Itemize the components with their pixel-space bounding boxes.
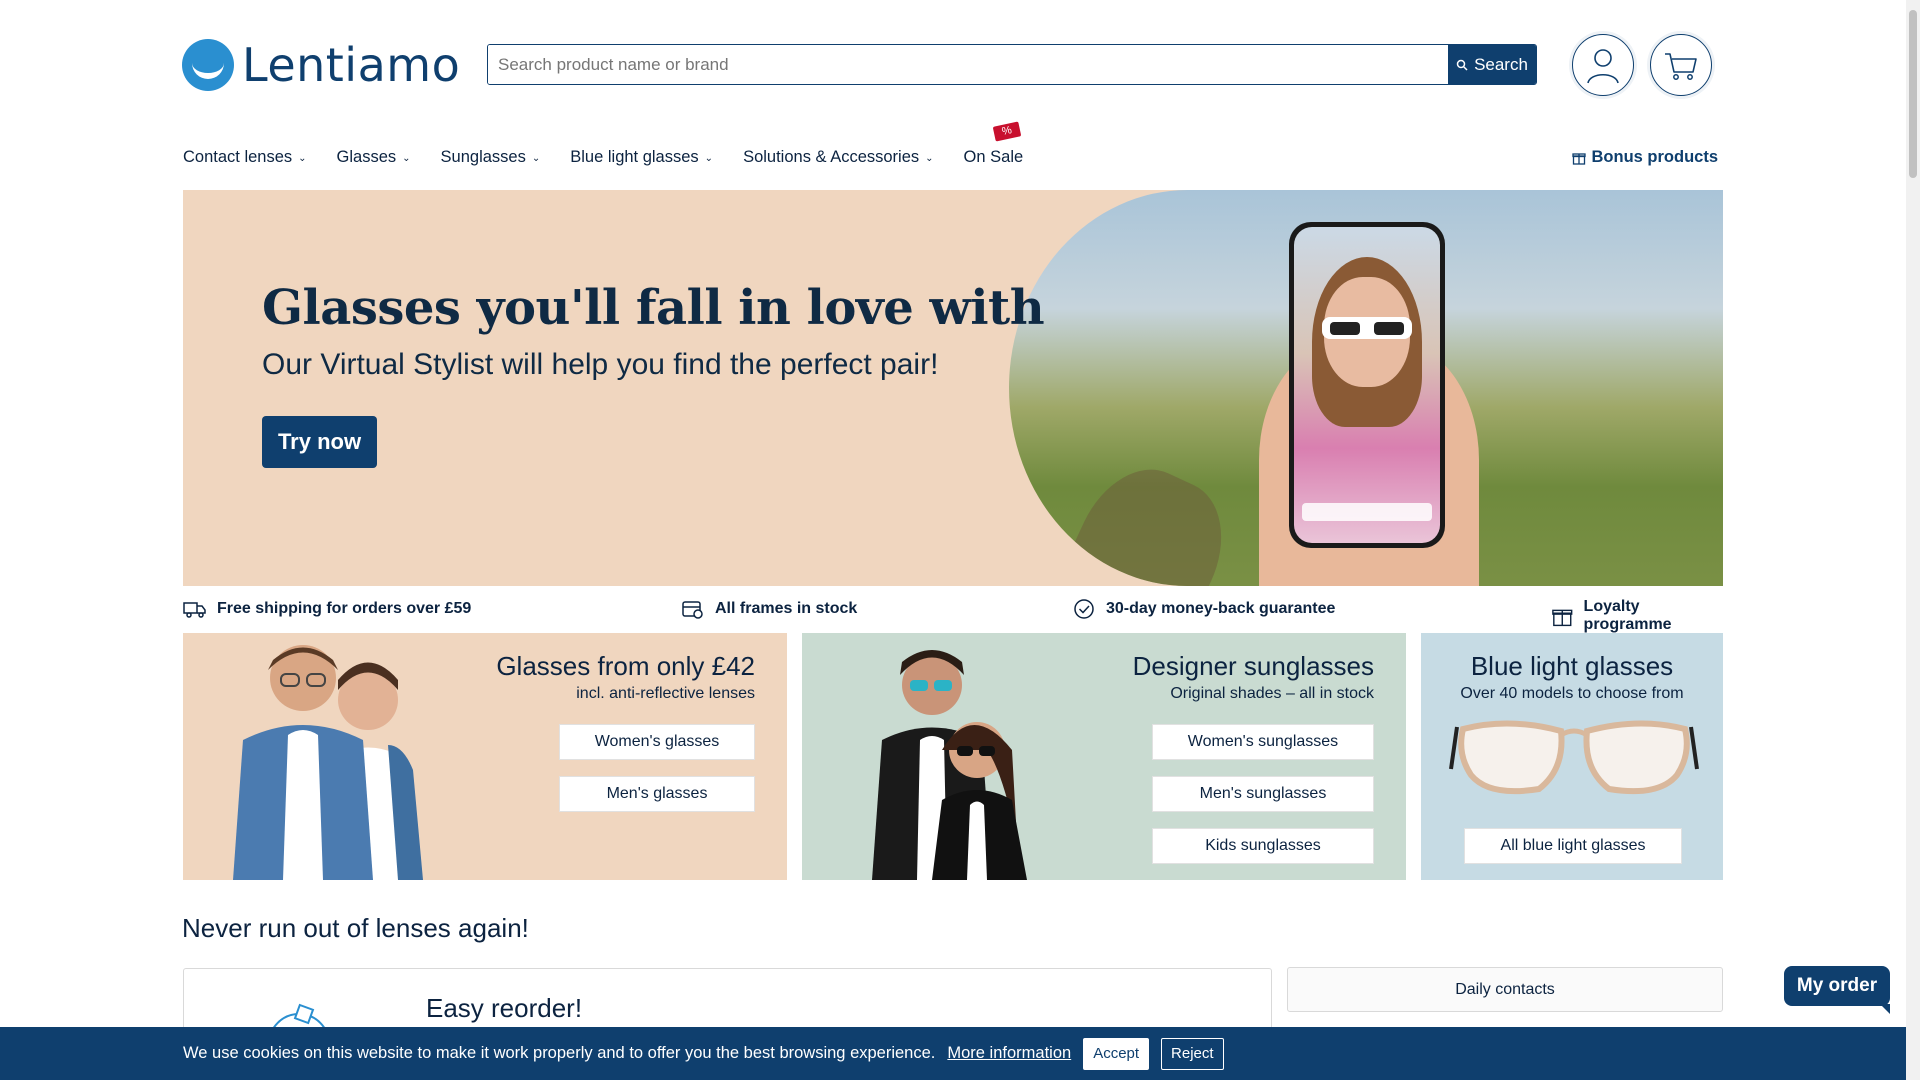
search-input[interactable] bbox=[488, 45, 1448, 84]
nav-glasses[interactable]: Glasses ⌄ bbox=[337, 148, 411, 167]
usp-row: Free shipping for orders over £59 All fr… bbox=[183, 598, 1723, 633]
glasses-card-subtitle: incl. anti-reflective lenses bbox=[576, 685, 755, 702]
truck-icon bbox=[183, 602, 206, 618]
gift-icon bbox=[1571, 152, 1586, 165]
search-button-label: Search bbox=[1474, 54, 1528, 74]
nav-contact-lenses[interactable]: Contact lenses ⌄ bbox=[183, 148, 307, 167]
nav-label: On Sale bbox=[963, 148, 1024, 166]
bonus-products-link[interactable]: Bonus products bbox=[1571, 148, 1719, 167]
womens-glasses-button[interactable]: Women's glasses bbox=[559, 724, 755, 760]
hero-subtitle: Our Virtual Stylist will help you find t… bbox=[262, 348, 939, 381]
sale-badge: % bbox=[992, 121, 1022, 142]
reorder-title: Easy reorder! bbox=[426, 993, 583, 1023]
blue-light-glasses-image bbox=[1449, 720, 1699, 795]
daily-contacts-button[interactable]: Daily contacts bbox=[1287, 967, 1723, 1012]
usp-frames-in-stock: All frames in stock bbox=[681, 598, 857, 620]
chevron-down-icon: ⌄ bbox=[925, 153, 934, 164]
gift-icon bbox=[1552, 609, 1573, 627]
try-now-button[interactable]: Try now bbox=[262, 416, 377, 468]
hero-banner[interactable]: Glasses you'll fall in love with Our Vir… bbox=[183, 190, 1723, 586]
search-icon bbox=[1456, 59, 1468, 71]
usp-loyalty: Loyalty programme bbox=[1551, 598, 1723, 634]
search-button[interactable]: Search bbox=[1448, 45, 1536, 84]
usp-free-shipping: Free shipping for orders over £59 bbox=[183, 598, 471, 620]
search-bar: Search bbox=[487, 44, 1537, 85]
couple-sunglasses-image bbox=[872, 650, 1027, 880]
phone-image bbox=[1289, 222, 1445, 548]
usp-label: Loyalty programme bbox=[1583, 598, 1672, 633]
nav-label: Blue light glasses bbox=[570, 148, 699, 166]
page-scrollbar[interactable] bbox=[1906, 0, 1920, 1080]
mens-sunglasses-button[interactable]: Men's sunglasses bbox=[1152, 776, 1374, 812]
badge-check-icon bbox=[1074, 599, 1094, 619]
account-button[interactable] bbox=[1572, 34, 1634, 96]
sunglasses-card-subtitle: Original shades – all in stock bbox=[1170, 685, 1374, 702]
couple-glasses-image bbox=[233, 645, 423, 880]
more-information-link[interactable]: More information bbox=[947, 1044, 1071, 1063]
usp-money-back: 30-day money-back guarantee bbox=[1072, 598, 1335, 620]
logo-smile-icon bbox=[182, 39, 234, 91]
bluelight-card-subtitle: Over 40 models to choose from bbox=[1460, 685, 1684, 702]
chevron-down-icon: ⌄ bbox=[402, 153, 411, 164]
all-blue-light-glasses-button[interactable]: All blue light glasses bbox=[1464, 828, 1682, 864]
nav-label: Glasses bbox=[336, 148, 397, 166]
my-order-button[interactable]: My order bbox=[1784, 966, 1890, 1014]
womens-sunglasses-button[interactable]: Women's sunglasses bbox=[1152, 724, 1374, 760]
usp-label: 30-day money-back guarantee bbox=[1106, 600, 1336, 617]
logo-text: Lentiamo bbox=[242, 38, 461, 92]
blue-light-promo-card: Blue light glasses Over 40 models to cho… bbox=[1421, 633, 1723, 880]
usp-label: Free shipping for orders over £59 bbox=[217, 600, 472, 617]
glasses-card-title: Glasses from only £42 bbox=[496, 651, 755, 681]
user-icon bbox=[1587, 49, 1619, 84]
nav-label: Sunglasses bbox=[440, 148, 526, 166]
sunglasses-image bbox=[1322, 317, 1412, 339]
sunglasses-card-title: Designer sunglasses bbox=[1132, 651, 1374, 681]
hero-title: Glasses you'll fall in love with bbox=[262, 280, 1045, 336]
cart-icon bbox=[1665, 53, 1697, 80]
hero-image-2 bbox=[1294, 227, 1440, 543]
nav-label: Contact lenses bbox=[183, 148, 293, 166]
hero-image bbox=[1033, 449, 1245, 586]
nav-blue-light-glasses[interactable]: Blue light glasses ⌄ bbox=[570, 148, 713, 167]
sunglasses-promo-card: Designer sunglasses Original shades – al… bbox=[802, 633, 1406, 880]
glasses-thumbnails bbox=[1302, 503, 1432, 521]
cart-button[interactable] bbox=[1650, 34, 1712, 96]
nav-sunglasses[interactable]: Sunglasses ⌄ bbox=[441, 148, 541, 167]
cookie-text: We use cookies on this website to make i… bbox=[183, 1044, 936, 1062]
bonus-products-label: Bonus products bbox=[1591, 148, 1719, 166]
hero-photo bbox=[1009, 190, 1723, 586]
chevron-down-icon: ⌄ bbox=[298, 153, 307, 164]
cookie-banner: We use cookies on this website to make i… bbox=[0, 1027, 1906, 1080]
nav-label: Solutions & Accessories bbox=[743, 148, 920, 166]
chevron-down-icon: ⌄ bbox=[531, 153, 541, 164]
chevron-down-icon: ⌄ bbox=[704, 153, 714, 164]
scrollbar-thumb[interactable] bbox=[1909, 10, 1917, 178]
cookie-reject-button[interactable]: Reject bbox=[1161, 1037, 1224, 1070]
cookie-accept-button[interactable]: Accept bbox=[1083, 1037, 1150, 1070]
kids-sunglasses-button[interactable]: Kids sunglasses bbox=[1152, 828, 1374, 864]
box-icon bbox=[682, 601, 703, 619]
lenses-section-title: Never run out of lenses again! bbox=[182, 913, 529, 943]
bluelight-card-title: Blue light glasses bbox=[1470, 651, 1674, 681]
mens-glasses-button[interactable]: Men's glasses bbox=[559, 776, 755, 812]
nav-on-sale[interactable]: On Sale bbox=[964, 148, 1024, 167]
nav-solutions-accessories[interactable]: Solutions & Accessories ⌄ bbox=[743, 148, 933, 167]
usp-label: All frames in stock bbox=[715, 600, 858, 617]
lentiamo-logo[interactable]: Lentiamo bbox=[182, 38, 460, 92]
main-navigation: Contact lenses ⌄ Glasses ⌄ Sunglasses ⌄ Blu… bbox=[183, 148, 1053, 167]
glasses-promo-card: Glasses from only £42 incl. anti-reflect… bbox=[183, 633, 787, 880]
